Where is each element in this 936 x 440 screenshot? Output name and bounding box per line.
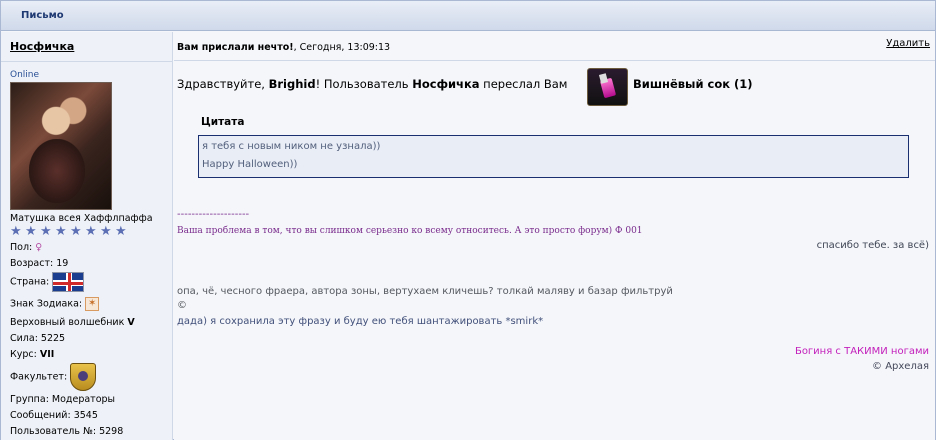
rank-star-icon: ★: [40, 224, 52, 239]
quote-title: Цитата: [201, 116, 245, 128]
body-text-1: ! Пользователь: [315, 77, 409, 91]
message-content: Вам прислали нечто!, Сегодня, 13:09:13 У…: [174, 32, 935, 440]
rank-title: Матушка всея Хаффлпаффа: [10, 213, 153, 224]
signature-line-4: ©: [177, 300, 187, 311]
country-row: Страна:: [10, 272, 85, 292]
wizard-title-row: Верховный волшебник V: [10, 317, 135, 328]
wizard-title-value: V: [127, 317, 135, 328]
faculty-label: Факультет:: [10, 371, 68, 383]
signature-line-1: Ваша проблема в том, что вы слишком серь…: [177, 226, 643, 236]
gender-row: Пол: ♀: [10, 242, 42, 253]
quote-line-1: я тебя с новым ником не узнала)): [202, 141, 381, 152]
gender-label: Пол:: [10, 242, 33, 253]
message-header-bold: Вам прислали нечто!: [177, 42, 294, 53]
power-row: Сила: 5225: [10, 333, 66, 344]
rank-star-icon: ★: [70, 224, 82, 239]
rank-star-icon: ★: [55, 224, 67, 239]
country-label: Страна:: [10, 276, 50, 288]
quote-line-2: Happy Halloween)): [202, 159, 298, 170]
rank-star-icon: ★: [85, 224, 97, 239]
faculty-row: Факультет:: [10, 363, 97, 391]
signature-divider: --------------------: [177, 209, 250, 220]
message-date: , Сегодня, 13:09:13: [293, 42, 391, 53]
body-text-2: переслал Вам: [483, 77, 568, 91]
rank-star-icon: ★: [115, 224, 127, 239]
message-window: Письмо Носфичка Online Матушка всея Хафф…: [0, 0, 936, 440]
window-titlebar: Письмо: [1, 1, 935, 31]
message-header: Вам прислали нечто!, Сегодня, 13:09:13 У…: [174, 32, 935, 61]
rank-stars: ★ ★ ★ ★ ★ ★ ★ ★: [10, 225, 129, 239]
female-symbol-icon: ♀: [35, 242, 43, 253]
rank-star-icon: ★: [25, 224, 37, 239]
avatar[interactable]: [10, 82, 112, 210]
zodiac-row: Знак Зодиака: ✶: [10, 297, 100, 311]
signature-line-3: опа, чё, чесного фраера, автора зоны, ве…: [177, 286, 673, 297]
greeting-text: Здравствуйте,: [177, 77, 265, 91]
item-name: Вишнёвый сок (1): [633, 77, 753, 91]
posts-row: Сообщений: 3545: [10, 410, 98, 421]
sender-name: Носфичка: [412, 77, 480, 91]
hufflepuff-crest-icon: [70, 363, 97, 391]
author-name-link[interactable]: Носфичка: [10, 40, 74, 53]
signature-line-5: дада) я сохранила эту фразу и буду ею те…: [177, 316, 544, 327]
uk-flag-icon: [52, 272, 85, 292]
zodiac-label: Знак Зодиака:: [10, 298, 83, 310]
age-row: Возраст: 19: [10, 258, 69, 269]
zodiac-icon: ✶: [85, 297, 100, 311]
message-body-line: Здравствуйте, Brighid! Пользователь Носф…: [177, 77, 567, 91]
course-value: VII: [39, 349, 55, 360]
sidebar-divider: [1, 61, 173, 62]
user-number-row: Пользователь №: 5298: [10, 426, 124, 437]
online-status: Online: [10, 70, 40, 80]
quote-box: я тебя с новым ником не узнала)) Happy H…: [198, 135, 909, 178]
window-title: Письмо: [21, 10, 64, 21]
message-header-text: Вам прислали нечто!, Сегодня, 13:09:13: [177, 42, 390, 53]
rank-star-icon: ★: [100, 224, 112, 239]
signature-line-6: Богиня с ТАКИМИ ногами: [794, 346, 929, 357]
course-label: Курс:: [10, 349, 37, 360]
recipient-name: Brighid: [268, 77, 316, 91]
wizard-title-label: Верховный волшебник: [10, 317, 125, 328]
rank-star-icon: ★: [10, 224, 22, 239]
signature-line-2: спасибо тебе. за всё): [816, 240, 929, 251]
cherry-juice-icon[interactable]: [587, 68, 628, 106]
course-row: Курс: VII: [10, 349, 54, 360]
signature-line-7: © Архелая: [872, 361, 929, 372]
author-sidebar: Носфичка Online Матушка всея Хаффлпаффа …: [1, 32, 173, 440]
group-row: Группа: Модераторы: [10, 394, 116, 405]
delete-link[interactable]: Удалить: [886, 38, 930, 49]
